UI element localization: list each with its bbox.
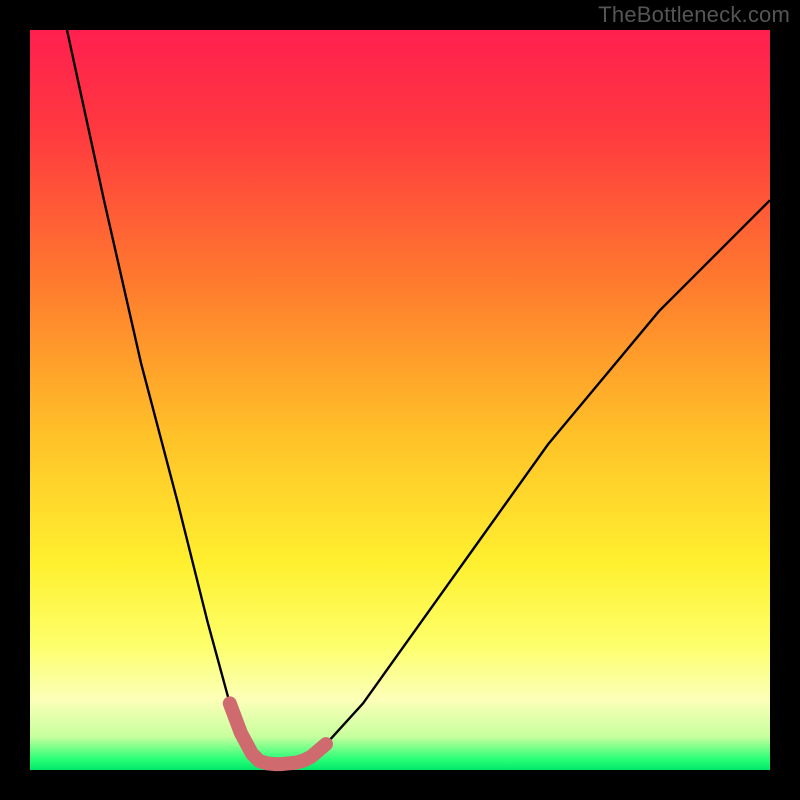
chart-stage: TheBottleneck.com bbox=[0, 0, 800, 800]
bottleneck-chart bbox=[0, 0, 800, 800]
plot-background bbox=[30, 30, 770, 770]
